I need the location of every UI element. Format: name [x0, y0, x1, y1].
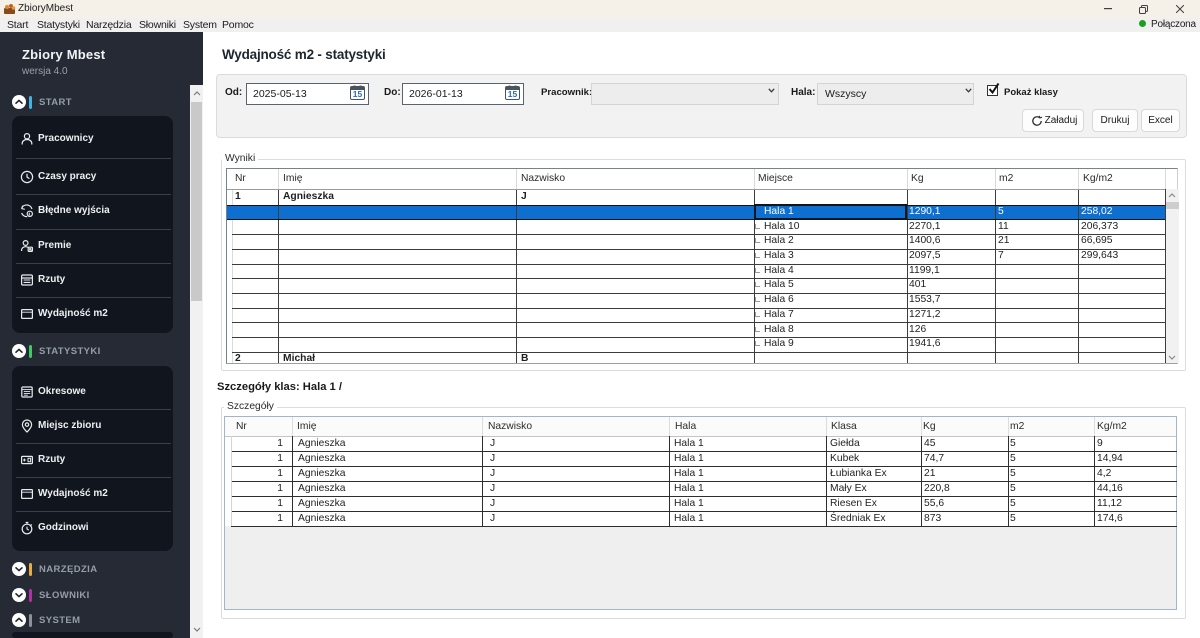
svg-text:15: 15 — [508, 89, 518, 99]
svg-text:15: 15 — [353, 89, 363, 99]
